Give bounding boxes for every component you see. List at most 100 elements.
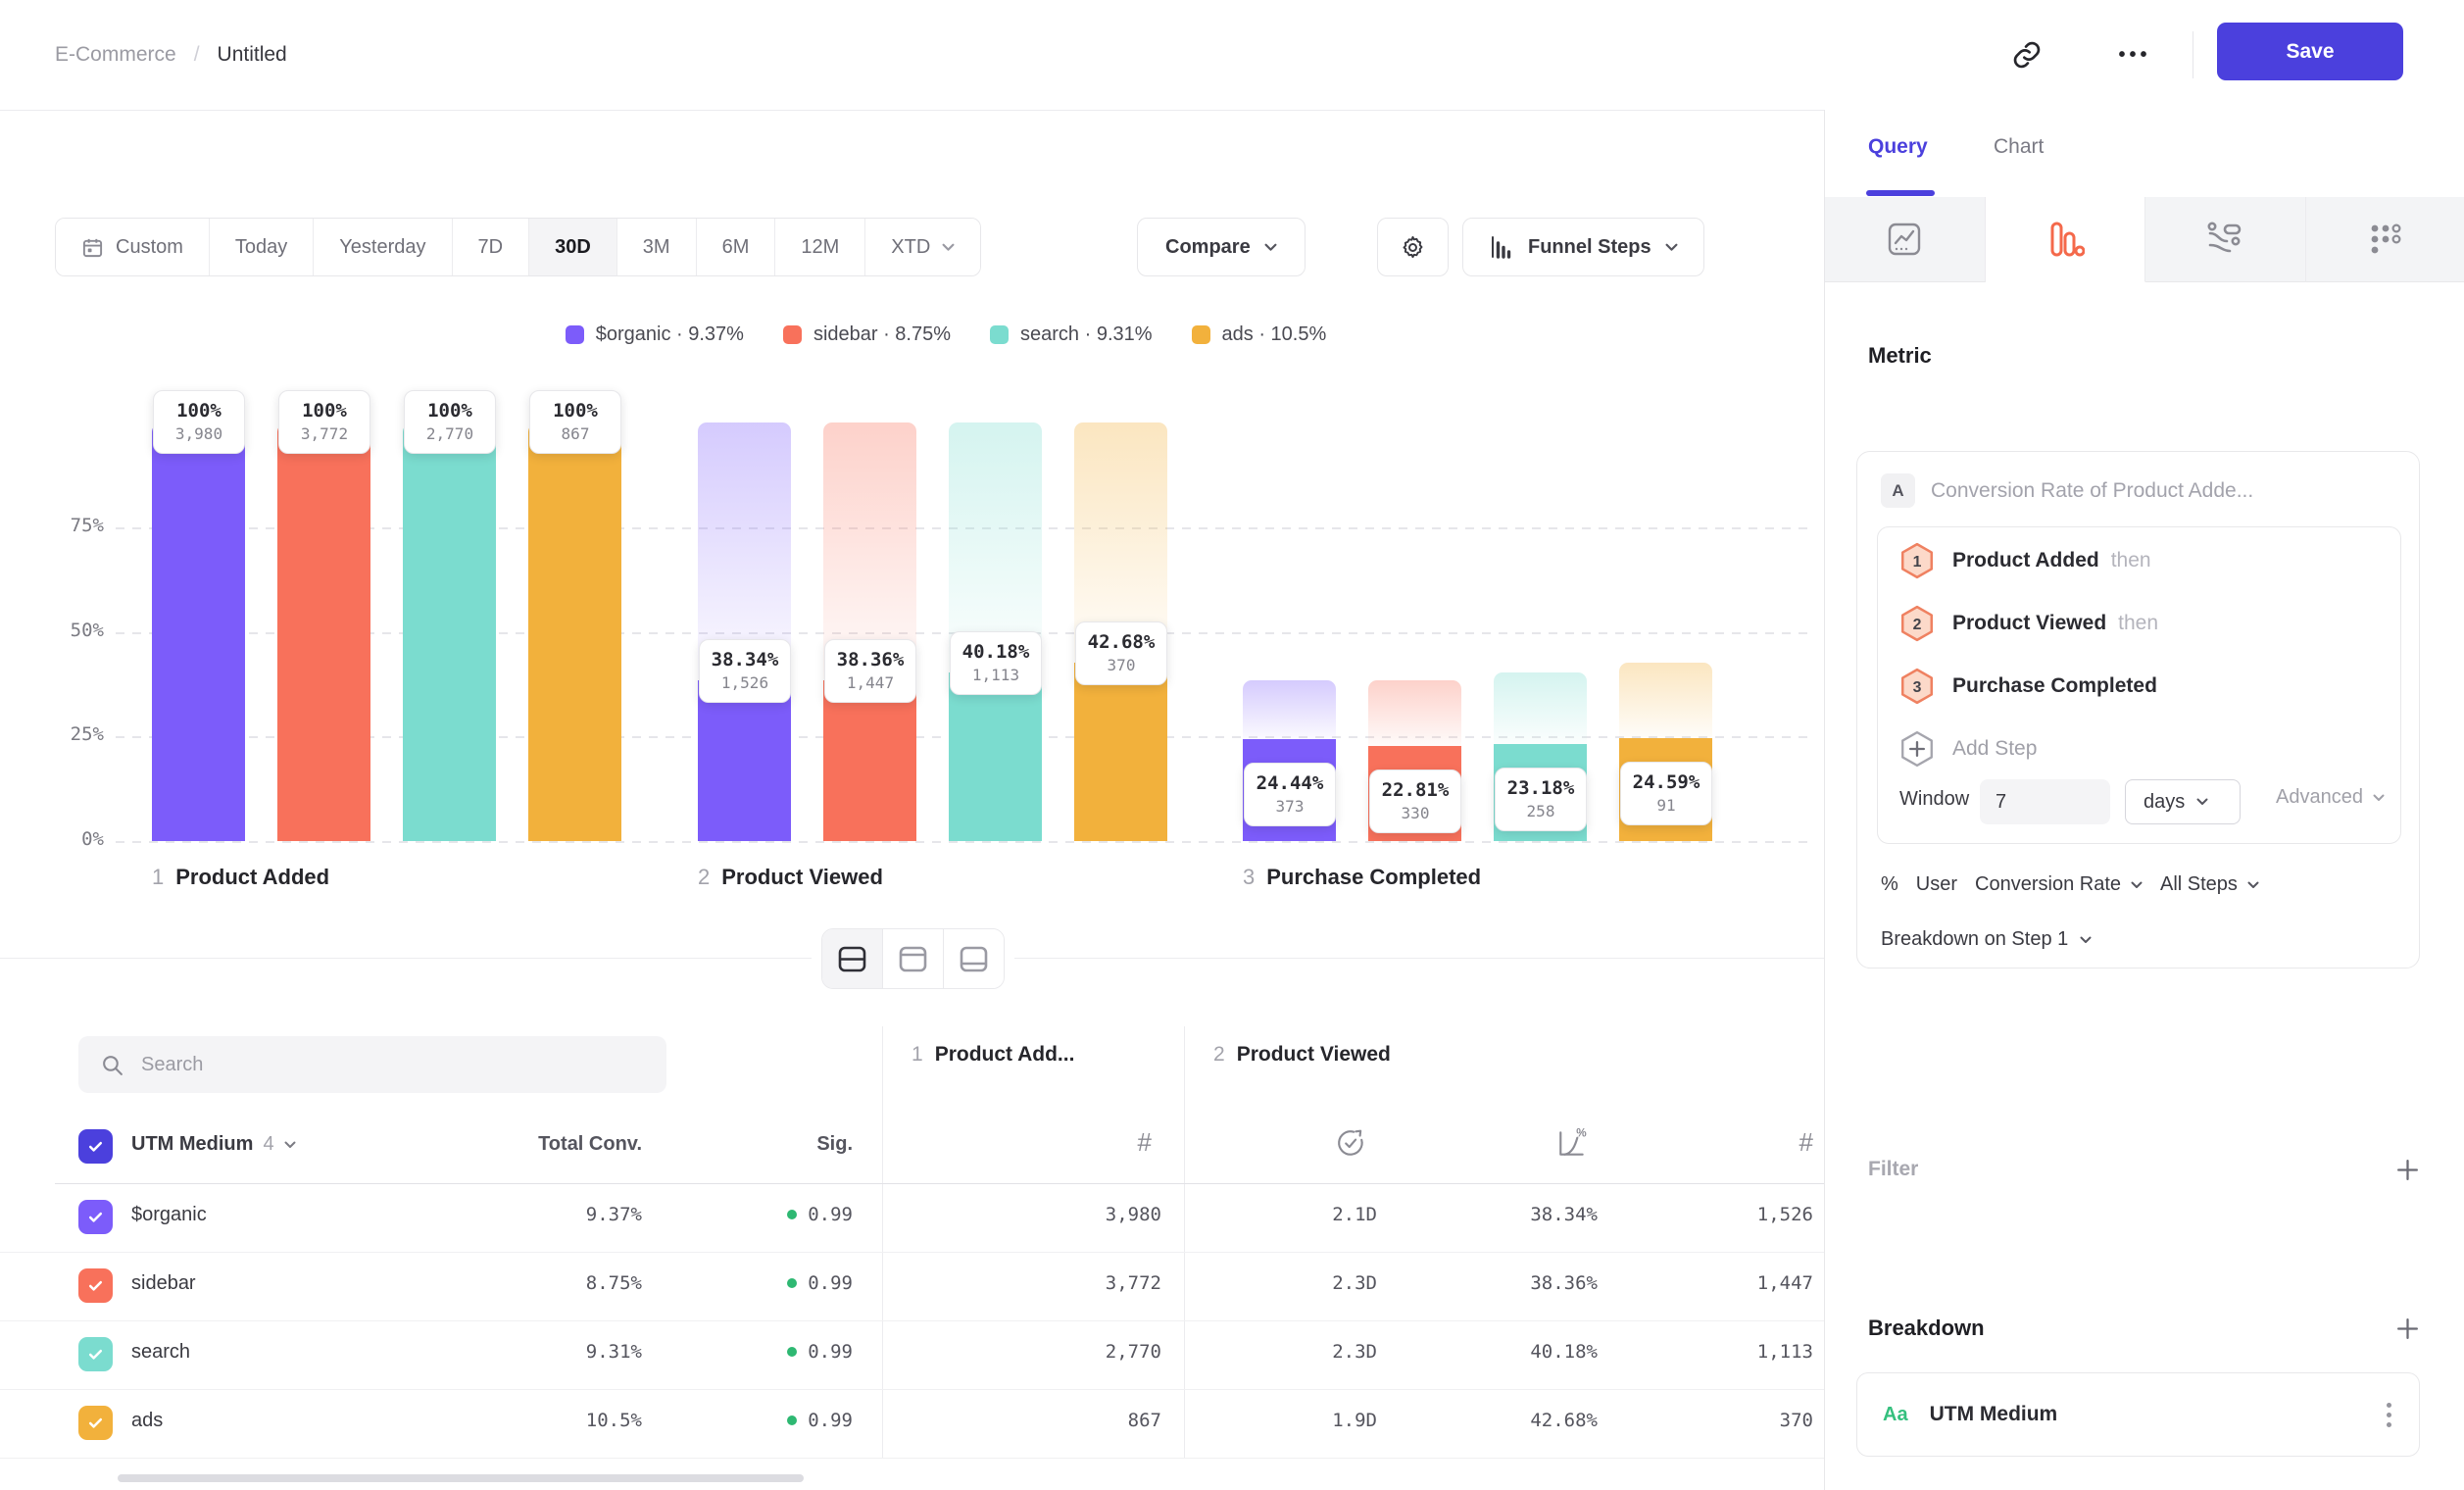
avg-time-column-icon[interactable] — [1335, 1127, 1366, 1159]
funnel-bar-organic-step1[interactable] — [152, 422, 245, 841]
funnel-bar-sidebar-step2[interactable] — [823, 680, 916, 841]
string-type-icon: Aa — [1883, 1404, 1908, 1426]
row-name: search — [131, 1341, 190, 1364]
line-chart-icon — [1885, 220, 1924, 259]
add-breakdown-button[interactable] — [2392, 1314, 2422, 1343]
layout-chart-only-button[interactable] — [882, 929, 943, 988]
bar-value-label: 23.18%258 — [1495, 768, 1587, 831]
measure-scope-dropdown[interactable]: All Steps — [2160, 873, 2259, 896]
step-axis-label-2: 2Product Viewed — [698, 865, 883, 890]
share-link-button[interactable] — [2005, 33, 2048, 76]
table-row-ads[interactable]: ads 10.5% 0.99 867 1.9D 42.68% 370 — [0, 1389, 1824, 1459]
row-name: sidebar — [131, 1272, 196, 1295]
breakdown-on-step-dropdown[interactable]: Breakdown on Step 1 — [1881, 928, 2092, 951]
sig-column-header[interactable]: Sig. — [755, 1133, 853, 1156]
funnel-bar-sidebar-step1[interactable] — [277, 422, 370, 841]
count-column-icon[interactable]: # — [1754, 1127, 1813, 1158]
funnel-bar-ads-step2[interactable] — [1074, 663, 1167, 841]
add-filter-button[interactable] — [2392, 1155, 2422, 1184]
funnel-bar-search-step2[interactable] — [949, 672, 1042, 841]
kebab-menu-icon[interactable] — [2381, 1397, 2397, 1433]
row-total-conv: 9.31% — [446, 1341, 642, 1363]
filter-heading: Filter — [1868, 1158, 1918, 1181]
breadcrumb: E-Commerce / Untitled — [55, 0, 287, 110]
row-checkbox[interactable] — [78, 1268, 113, 1303]
bar-value-label: 24.44%373 — [1244, 763, 1336, 826]
funnel-bar-search-step1[interactable] — [403, 422, 496, 841]
flow-chart-icon — [2205, 220, 2244, 259]
filter-section: Filter — [1868, 1155, 2422, 1184]
plus-icon — [2394, 1157, 2421, 1183]
table-row-sidebar[interactable]: sidebar 8.75% 0.99 3,772 2.3D 38.36% 1,4… — [0, 1252, 1824, 1321]
table-group-header-step1: 1 Product Add... — [912, 1043, 1074, 1067]
total-conv-column-header[interactable]: Total Conv. — [446, 1133, 642, 1156]
add-step-button[interactable]: Add Step — [1899, 723, 2037, 774]
query-step-2[interactable]: 2 Product Viewed then — [1899, 598, 2158, 649]
funnel-bar-organic-step2[interactable] — [698, 680, 791, 841]
step-axis-label-3: 3Purchase Completed — [1243, 865, 1481, 890]
bar-value-label: 38.36%1,447 — [824, 639, 916, 703]
bar-value-label: 100%2,770 — [404, 390, 496, 454]
layout-split-button[interactable] — [822, 929, 882, 988]
dots-grid-icon — [2366, 220, 2405, 259]
chart-kind-funnel-tab[interactable] — [1986, 197, 2146, 282]
table-row-organic[interactable]: $organic 9.37% 0.99 3,980 2.1D 38.34% 1,… — [0, 1183, 1824, 1253]
step-axis-label-1: 1Product Added — [152, 865, 329, 890]
breadcrumb-page-title[interactable]: Untitled — [218, 43, 287, 67]
svg-text:3: 3 — [1913, 679, 1922, 696]
query-step-3[interactable]: 3 Purchase Completed — [1899, 661, 2157, 712]
bar-value-label: 100%3,980 — [153, 390, 245, 454]
sig-dot-icon — [787, 1278, 797, 1288]
row-significance: 0.99 — [720, 1410, 853, 1431]
breadcrumb-separator: / — [194, 43, 200, 67]
layout-bottom-panel-icon — [959, 945, 989, 973]
measure-entity[interactable]: User — [1916, 873, 1957, 896]
tab-query[interactable]: Query — [1868, 135, 1928, 159]
chevron-down-icon — [2196, 798, 2208, 806]
window-unit-select[interactable]: days — [2125, 779, 2241, 824]
save-button[interactable]: Save — [2217, 23, 2403, 80]
count-column-icon[interactable]: # — [1078, 1127, 1152, 1158]
funnel-bar-ads-step1[interactable] — [528, 422, 621, 841]
conversion-column-icon[interactable]: % — [1556, 1127, 1588, 1159]
select-all-checkbox[interactable] — [78, 1129, 113, 1164]
chart-kind-segments-tab[interactable] — [2306, 197, 2464, 282]
bar-value-label: 100%3,772 — [278, 390, 370, 454]
funnel-bar-ghost — [1494, 672, 1587, 744]
row-step2-count: 370 — [1656, 1410, 1813, 1431]
window-value-input[interactable]: 7 — [1980, 779, 2110, 824]
row-significance: 0.99 — [720, 1341, 853, 1363]
layout-view-toggle — [821, 928, 1005, 989]
row-checkbox[interactable] — [78, 1406, 113, 1440]
measure-row: % User Conversion Rate All Steps — [1881, 873, 2259, 896]
table-row-search[interactable]: search 9.31% 0.99 2,770 2.3D 40.18% 1,11… — [0, 1320, 1824, 1390]
chart-kind-flow-tab[interactable] — [2145, 197, 2306, 282]
y-axis-tick: 25% — [29, 723, 104, 745]
layout-table-only-button[interactable] — [943, 929, 1004, 988]
row-step2-avg-time: 1.9D — [1230, 1410, 1377, 1431]
row-checkbox[interactable] — [78, 1337, 113, 1371]
advanced-toggle[interactable]: Advanced — [2276, 786, 2385, 809]
active-tab-underline — [1866, 190, 1935, 196]
tab-chart[interactable]: Chart — [1994, 135, 2044, 159]
row-step2-count: 1,447 — [1656, 1272, 1813, 1294]
metric-heading: Metric — [1868, 343, 1932, 369]
query-step-1[interactable]: 1 Product Added then — [1899, 535, 2151, 586]
row-step1-count: 867 — [990, 1410, 1161, 1431]
row-step2-count: 1,526 — [1656, 1204, 1813, 1225]
measure-metric-dropdown[interactable]: Conversion Rate — [1975, 873, 2143, 896]
metric-card: A Conversion Rate of Product Adde... 1 P… — [1856, 451, 2420, 968]
bar-value-label: 42.68%370 — [1075, 621, 1167, 685]
breakdown-property-card[interactable]: Aa UTM Medium — [1856, 1372, 2420, 1457]
horizontal-scrollbar[interactable] — [118, 1474, 804, 1482]
row-checkbox[interactable] — [78, 1200, 113, 1234]
metric-title-row[interactable]: A Conversion Rate of Product Adde... — [1881, 473, 2390, 508]
breakdown-column-header[interactable]: UTM Medium 4 — [131, 1133, 296, 1156]
breadcrumb-section[interactable]: E-Commerce — [55, 43, 176, 67]
chart-kind-trend-tab[interactable] — [1825, 197, 1986, 282]
search-input[interactable] — [78, 1036, 666, 1093]
funnel-bar-ghost — [1619, 663, 1712, 738]
hexagon-step-badge: 1 — [1899, 542, 1935, 579]
more-options-button[interactable]: ••• — [2103, 33, 2166, 76]
bar-value-label: 40.18%1,113 — [950, 631, 1042, 695]
